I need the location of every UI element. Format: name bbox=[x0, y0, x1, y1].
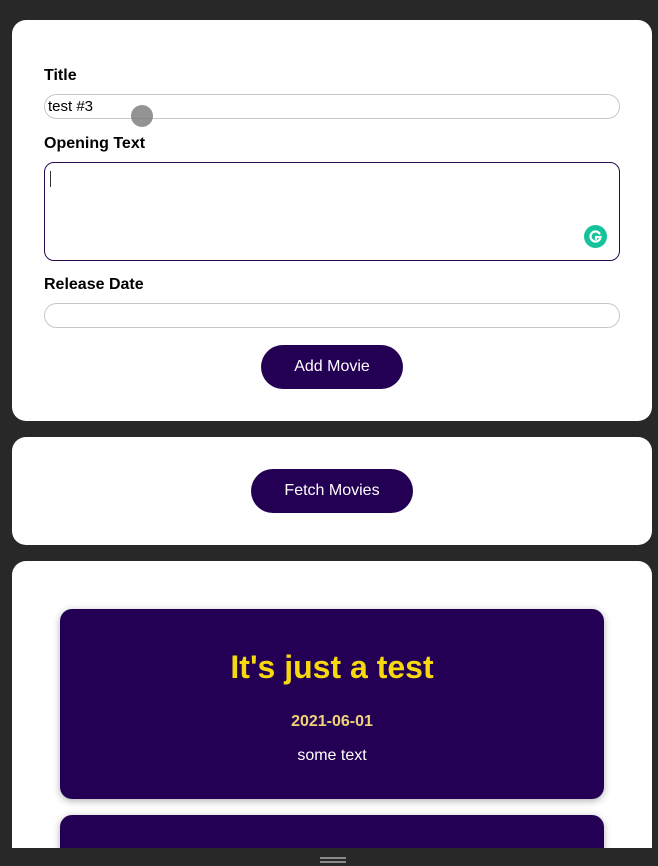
grammarly-icon[interactable] bbox=[584, 225, 607, 248]
resize-grip-icon[interactable] bbox=[320, 857, 346, 863]
movie-title: It's just a test bbox=[230, 649, 434, 685]
mouse-cursor-indicator bbox=[131, 105, 153, 127]
movie-card bbox=[60, 815, 604, 851]
opening-text-label: Opening Text bbox=[44, 135, 146, 152]
add-movie-button[interactable]: Add Movie bbox=[261, 345, 403, 389]
movie-card: It's just a test 2021-06-01 some text bbox=[60, 609, 604, 799]
release-date-input[interactable] bbox=[44, 303, 620, 328]
fetch-section: Fetch Movies bbox=[12, 437, 652, 545]
opening-text-input[interactable] bbox=[44, 162, 620, 261]
movie-opening-text: some text bbox=[297, 747, 367, 764]
text-caret bbox=[50, 171, 51, 187]
movies-list: It's just a test 2021-06-01 some text bbox=[12, 561, 652, 851]
title-label: Title bbox=[44, 67, 77, 84]
release-date-label: Release Date bbox=[44, 276, 144, 293]
add-movie-form: Title test #3 Opening Text Release Date … bbox=[12, 20, 652, 421]
fetch-movies-button[interactable]: Fetch Movies bbox=[251, 469, 413, 513]
movie-release-date: 2021-06-01 bbox=[291, 713, 373, 730]
